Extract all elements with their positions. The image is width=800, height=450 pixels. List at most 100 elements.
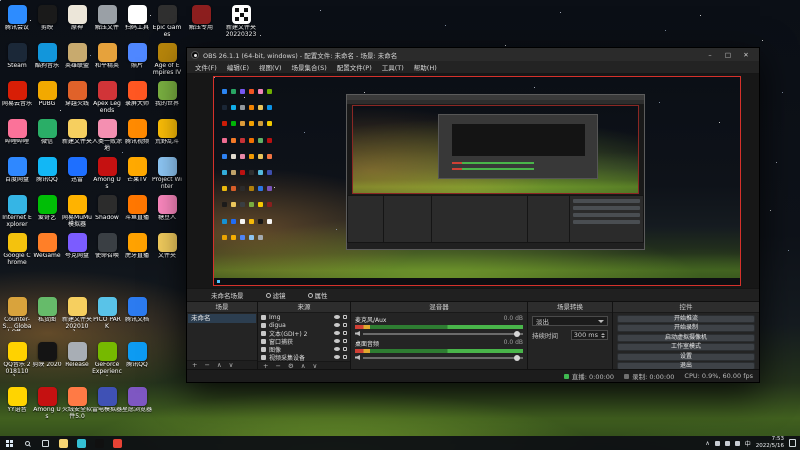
- desktop-icon[interactable]: Epic Games: [152, 5, 182, 43]
- desktop-icon[interactable]: 网易云音乐: [2, 81, 32, 119]
- maximize-button[interactable]: □: [719, 51, 737, 59]
- lock-icon[interactable]: [343, 323, 347, 327]
- source-move-down-button[interactable]: ∨: [310, 362, 321, 370]
- lock-icon[interactable]: [343, 331, 347, 335]
- desktop-icon[interactable]: Internet Explorer: [2, 195, 32, 233]
- task-view-button[interactable]: [36, 436, 54, 450]
- studio-mode-button[interactable]: 工作室模式: [617, 343, 755, 351]
- source-row[interactable]: 视频采集设备: [258, 353, 350, 362]
- desktop-icon[interactable]: Among Us: [92, 157, 122, 195]
- desktop-icon[interactable]: YY语音: [2, 387, 32, 432]
- desktop-icon[interactable]: 文件夹: [152, 233, 182, 271]
- action-center-button[interactable]: [789, 439, 796, 447]
- network-icon[interactable]: [734, 440, 740, 446]
- desktop-icon[interactable]: 芒果TV: [122, 157, 152, 195]
- obs-titlebar[interactable]: OBS 26.1.1 (64-bit, windows) - 配置文件: 未命名…: [187, 48, 759, 61]
- desktop-icon[interactable]: 我的世界: [152, 81, 182, 119]
- taskbar-clock[interactable]: 7:53 2022/5/16: [756, 436, 784, 449]
- desktop-icon[interactable]: Shadow: [92, 195, 122, 233]
- speaker-icon[interactable]: [355, 355, 360, 360]
- taskbar-chrome[interactable]: [108, 436, 126, 450]
- preview-area[interactable]: [187, 74, 759, 288]
- start-recording-button[interactable]: 开始录制: [617, 324, 755, 332]
- desktop-icon[interactable]: 星愿浏览器: [122, 387, 152, 432]
- close-button[interactable]: ✕: [737, 51, 755, 59]
- transition-select[interactable]: 淡出: [532, 316, 608, 326]
- desktop-icon[interactable]: 微信: [32, 119, 62, 157]
- desktop-icon[interactable]: Apex Legends: [92, 81, 122, 119]
- desktop-icon[interactable]: 使命召唤: [92, 233, 122, 271]
- desktop-icon[interactable]: WeGame: [32, 233, 62, 271]
- filters-button[interactable]: 滤镜: [265, 290, 286, 300]
- tray-expand-icon[interactable]: ∧: [705, 440, 709, 447]
- visibility-icon[interactable]: [334, 315, 340, 319]
- visibility-icon[interactable]: [334, 339, 340, 343]
- menu-item-3[interactable]: 场景集合(S): [287, 62, 332, 72]
- desktop-icon[interactable]: 迅雷: [62, 157, 92, 195]
- slider-knob[interactable]: [513, 330, 520, 337]
- lock-icon[interactable]: [343, 315, 347, 319]
- controls-dock-title[interactable]: 控件: [613, 302, 759, 313]
- speaker-icon[interactable]: [355, 331, 360, 336]
- add-source-button[interactable]: +: [260, 362, 271, 370]
- volume-slider[interactable]: [363, 354, 523, 361]
- menu-item-6[interactable]: 帮助(H): [409, 62, 442, 72]
- desktop-icon[interactable]: Counter-S... Global Off...: [2, 297, 32, 342]
- mixer-dock-title[interactable]: 混音器: [351, 302, 527, 313]
- desktop-icon[interactable]: 新建文件夹 20220323: [224, 5, 258, 38]
- desktop-icon[interactable]: 腾讯文档: [122, 297, 152, 342]
- desktop-icon[interactable]: GeForce Experience: [92, 342, 122, 387]
- volume-slider[interactable]: [363, 330, 523, 337]
- desktop-icon[interactable]: 夸克网盘: [62, 233, 92, 271]
- source-move-up-button[interactable]: ∧: [298, 362, 309, 370]
- volume-icon[interactable]: [724, 440, 730, 446]
- desktop-icon[interactable]: 剪映: [32, 5, 62, 43]
- desktop-icon[interactable]: 新建文件夹 2020101...: [62, 297, 92, 342]
- search-button[interactable]: [18, 436, 36, 450]
- lock-icon[interactable]: [343, 347, 347, 351]
- desktop-icon[interactable]: 百度网盘: [2, 157, 32, 195]
- desktop-icon[interactable]: 酷狗音乐: [32, 43, 62, 81]
- desktop-icon[interactable]: 腾讯QQ: [32, 157, 62, 195]
- visibility-icon[interactable]: [334, 331, 340, 335]
- desktop-icon[interactable]: 解压专用: [184, 5, 218, 38]
- source-properties-button[interactable]: ⚙: [285, 362, 297, 370]
- desktop-icon[interactable]: 火绒安全软件5.0: [62, 387, 92, 432]
- desktop-icon[interactable]: 解压文件: [92, 5, 122, 43]
- lock-icon[interactable]: [343, 339, 347, 343]
- lock-icon[interactable]: [343, 355, 347, 359]
- desktop-icon[interactable]: 人类一败涂地: [92, 119, 122, 157]
- obs-tray-icon[interactable]: [714, 440, 720, 446]
- desktop-icon[interactable]: 英雄联盟: [62, 43, 92, 81]
- visibility-icon[interactable]: [334, 355, 340, 359]
- exit-button[interactable]: 退出: [617, 362, 755, 369]
- desktop-icon[interactable]: 和平精英: [92, 43, 122, 81]
- desktop-icon[interactable]: Age of Empires IV: [152, 43, 182, 81]
- desktop-icon[interactable]: Project Winter: [152, 157, 182, 195]
- duration-spinner[interactable]: 300 ms: [570, 330, 608, 340]
- settings-button[interactable]: 设置: [617, 352, 755, 361]
- desktop-icon[interactable]: PUBG: [32, 81, 62, 119]
- desktop-icon[interactable]: 录屏大师: [122, 81, 152, 119]
- scene-move-up-button[interactable]: ∧: [214, 361, 225, 370]
- desktop-icon[interactable]: 爱奇艺: [32, 195, 62, 233]
- desktop-icon[interactable]: 网易MuMu模拟器: [62, 195, 92, 233]
- properties-button[interactable]: 属性: [307, 290, 328, 300]
- start-virtual-camera-button[interactable]: 启动虚拟摄像机: [617, 333, 755, 342]
- menu-item-4[interactable]: 配置文件(P): [332, 62, 377, 72]
- add-scene-button[interactable]: +: [189, 361, 200, 370]
- scenes-dock-title[interactable]: 场景: [187, 302, 257, 313]
- desktop-icon[interactable]: 新建文件夹: [62, 119, 92, 157]
- scene-move-down-button[interactable]: ∨: [226, 361, 237, 370]
- remove-scene-button[interactable]: −: [201, 361, 212, 370]
- source-row[interactable]: Img: [258, 313, 350, 321]
- visibility-icon[interactable]: [334, 323, 340, 327]
- language-indicator[interactable]: 中: [745, 439, 751, 448]
- transitions-dock-title[interactable]: 场景转换: [528, 302, 612, 313]
- remove-source-button[interactable]: −: [272, 362, 283, 370]
- desktop-icon[interactable]: Steam: [2, 43, 32, 81]
- taskbar-obs-studio[interactable]: [90, 436, 108, 450]
- desktop-icon[interactable]: 剪映 2020: [32, 342, 62, 387]
- desktop-icon[interactable]: 原神: [62, 5, 92, 43]
- desktop-icon[interactable]: 虎牙直播: [122, 233, 152, 271]
